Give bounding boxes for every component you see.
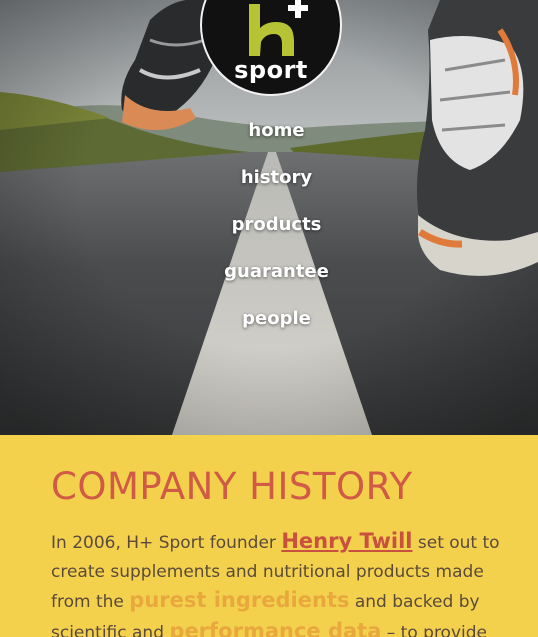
nav-item-guarantee: guarantee — [0, 259, 538, 306]
highlight-performance: performance data — [169, 618, 382, 637]
founder-link[interactable]: Henry Twill — [281, 529, 412, 553]
nav-item-history: history — [0, 165, 538, 212]
brand-logo[interactable]: sport — [200, 0, 342, 96]
nav-link-guarantee[interactable]: guarantee — [224, 261, 329, 282]
hero-banner: sport home history products guarantee pe… — [0, 0, 538, 435]
nav-item-products: products — [0, 212, 538, 259]
intro-text-4: – to provide — [386, 622, 487, 637]
nav-item-people: people — [0, 306, 538, 353]
intro-paragraph: In 2006, H+ Sport founder Henry Twill se… — [51, 527, 501, 637]
nav-link-people[interactable]: people — [242, 308, 311, 329]
intro-text-1: In 2006, H+ Sport founder — [51, 533, 276, 553]
nav-link-history[interactable]: history — [241, 167, 312, 188]
nav-link-home[interactable]: home — [248, 120, 304, 141]
nav-link-products[interactable]: products — [232, 214, 322, 235]
history-section: COMPANY HISTORY In 2006, H+ Sport founde… — [0, 435, 538, 637]
page: sport home history products guarantee pe… — [0, 0, 538, 637]
logo-wordmark: sport — [234, 56, 308, 84]
highlight-ingredients: purest ingredients — [129, 588, 350, 612]
main-nav: home history products guarantee people — [0, 118, 538, 353]
section-heading: COMPANY HISTORY — [51, 465, 413, 508]
nav-item-home: home — [0, 118, 538, 165]
